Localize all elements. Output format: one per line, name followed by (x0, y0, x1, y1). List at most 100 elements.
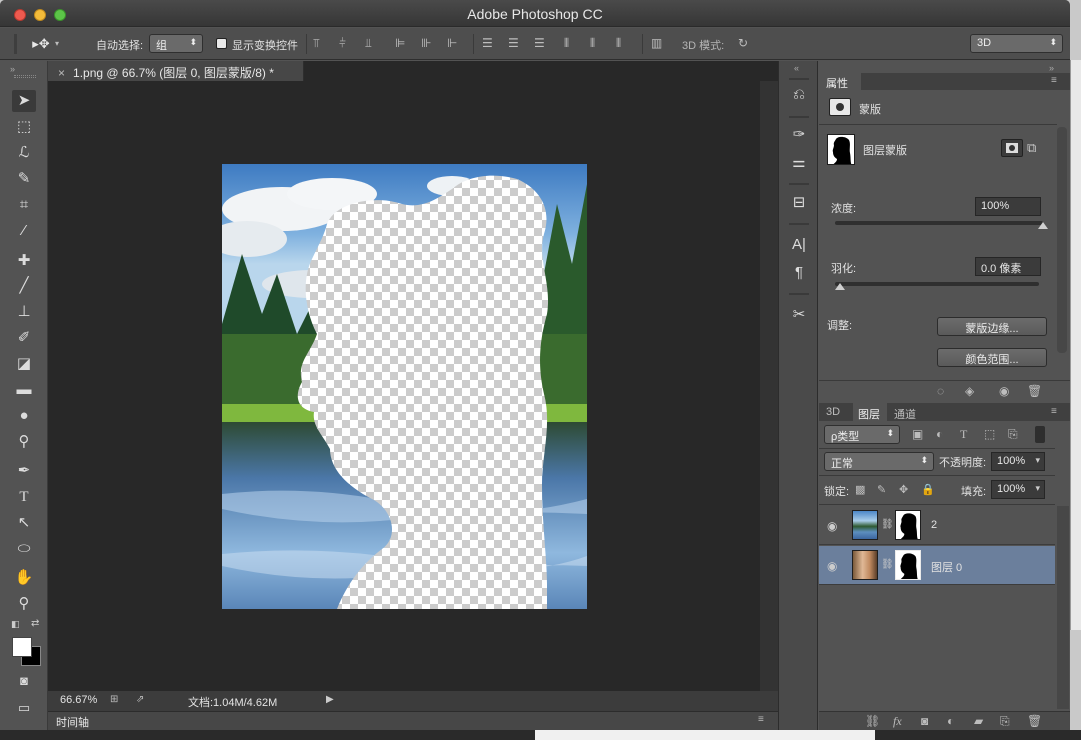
density-slider[interactable] (835, 221, 1043, 225)
delete-layer-icon[interactable]: 🗑 (1027, 714, 1042, 728)
properties-scrollbar[interactable] (1057, 127, 1067, 353)
distribute-bottom-icon[interactable]: ☰ (534, 36, 545, 50)
clone-stamp-tool-icon[interactable]: ⊥ (12, 301, 36, 323)
distribute-left-icon[interactable]: ⫴ (564, 36, 569, 50)
density-field[interactable]: 100% (975, 197, 1041, 216)
eraser-tool-icon[interactable]: ◪ (12, 353, 36, 375)
move-tool-preset-icon[interactable]: ▸✥ (28, 37, 54, 51)
default-colors-icon[interactable]: ◧ (11, 619, 20, 630)
density-slider-knob[interactable] (1038, 222, 1048, 229)
feather-slider-knob[interactable] (835, 283, 845, 290)
adjustments-panel-icon[interactable]: ⚌ (789, 155, 809, 170)
zoom-tool-icon[interactable]: ⚲ (12, 593, 36, 615)
select-pixel-mask-icon[interactable] (1001, 139, 1023, 157)
screen-mode-icon[interactable]: ▭ (12, 697, 36, 719)
layer-style-fx-icon[interactable]: fx (893, 714, 902, 728)
close-document-icon[interactable]: × (58, 66, 65, 80)
quick-selection-tool-icon[interactable]: ✎ (12, 168, 36, 190)
feather-field[interactable]: 0.0 像素 (975, 257, 1041, 276)
workspace-dropdown[interactable]: 3D ⬍ (970, 34, 1063, 53)
lock-all-icon[interactable]: 🔒 (921, 483, 935, 497)
tab-channels[interactable]: 通道 (894, 406, 916, 422)
new-group-icon[interactable]: ▰ (974, 714, 983, 728)
filter-adjustment-icon[interactable]: ◐ (936, 427, 943, 441)
load-selection-icon[interactable]: ◌ (937, 384, 944, 398)
filter-toggle[interactable] (1035, 426, 1045, 443)
type-tool-icon[interactable]: T (12, 486, 36, 508)
pen-tool-icon[interactable]: ✒ (12, 460, 36, 482)
fill-arrow-icon[interactable]: ▾ (1035, 483, 1040, 494)
fill-field[interactable]: 100% ▾ (991, 480, 1045, 499)
align-vertical-center-icon[interactable]: ⫩ (339, 36, 346, 50)
gradient-tool-icon[interactable]: ▬ (12, 379, 36, 401)
layer-visibility-eye-icon[interactable]: ◉ (827, 519, 837, 533)
history-brush-tool-icon[interactable]: ✐ (12, 327, 36, 349)
panel-menu-icon[interactable]: ≡ (758, 714, 764, 725)
opacity-field[interactable]: 100% ▾ (991, 452, 1045, 471)
timeline-label[interactable]: 时间轴 (56, 714, 89, 730)
path-selection-tool-icon[interactable]: ↖ (12, 512, 36, 534)
layer-visibility-eye-icon[interactable]: ◉ (827, 559, 837, 573)
brush-tool-icon[interactable]: ╱ (12, 275, 36, 297)
marquee-tool-icon[interactable]: ⬚ (12, 116, 36, 138)
quick-mask-icon[interactable]: ◙ (12, 670, 36, 692)
layer-filter-dropdown[interactable]: ρ类型 ⬍ (824, 425, 900, 444)
healing-brush-tool-icon[interactable]: ✚ (12, 250, 36, 272)
lasso-tool-icon[interactable]: ℒ (12, 142, 36, 164)
zoom-level[interactable]: 66.67% (60, 694, 97, 706)
blend-mode-dropdown[interactable]: 正常 ⬍ (824, 452, 934, 471)
tab-layers[interactable]: 图层 (858, 406, 880, 422)
layer-row-2[interactable]: ◉ ⛓ 2 (819, 506, 1055, 545)
ellipse-tool-icon[interactable]: ⬭ (12, 538, 36, 560)
new-adjustment-layer-icon[interactable]: ◐ (947, 714, 954, 728)
crop-tool-icon[interactable]: ⌗ (12, 194, 36, 216)
dodge-tool-icon[interactable]: ⚲ (12, 431, 36, 453)
tab-3d[interactable]: 3D (826, 406, 840, 418)
panel-menu-icon[interactable]: ≡ (1051, 75, 1057, 86)
foreground-color-swatch[interactable] (12, 637, 32, 657)
distribute-horizontal-center-icon[interactable]: ⫴ (590, 36, 595, 50)
canvas[interactable] (222, 164, 587, 609)
filter-pixel-icon[interactable]: ▣ (912, 427, 923, 441)
align-left-icon[interactable]: ⊫ (395, 36, 405, 50)
share-icon[interactable]: ⇗ (136, 694, 144, 705)
filter-smart-object-icon[interactable]: ⎘ (1008, 427, 1018, 441)
paragraph-panel-icon[interactable]: ¶ (789, 265, 809, 280)
panel-menu-icon[interactable]: ≡ (1051, 406, 1057, 417)
filter-type-icon[interactable]: T (960, 427, 967, 441)
layers-scrollbar[interactable] (1057, 506, 1069, 709)
opacity-arrow-icon[interactable]: ▾ (1035, 455, 1040, 466)
3d-rotate-icon[interactable]: ↻ (738, 36, 748, 50)
status-menu-arrow-icon[interactable]: ▶ (326, 694, 334, 705)
new-layer-icon[interactable]: ⎘ (1000, 714, 1010, 728)
align-top-icon[interactable]: ⫪ (313, 36, 320, 50)
layer-mask-thumbnail[interactable] (895, 550, 921, 580)
lock-image-icon[interactable]: ✎ (877, 483, 886, 497)
history-panel-icon[interactable]: ⎌ (789, 87, 809, 102)
vertical-scrollbar[interactable] (760, 81, 778, 691)
distribute-top-icon[interactable]: ☰ (482, 36, 493, 50)
status-info-icon[interactable]: ⊞ (110, 694, 118, 705)
add-vector-mask-icon[interactable]: ⧉ (1027, 141, 1036, 155)
apply-mask-icon[interactable]: ◈ (965, 384, 974, 398)
layer-name[interactable]: 2 (931, 519, 937, 531)
brush-presets-icon[interactable]: ✑ (789, 127, 809, 142)
distribute-vertical-center-icon[interactable]: ☰ (508, 36, 519, 50)
eyedropper-tool-icon[interactable]: ⁄ (12, 220, 36, 242)
tools-settings-icon[interactable]: ✂ (789, 307, 809, 322)
feather-slider[interactable] (835, 282, 1039, 286)
align-horizontal-center-icon[interactable]: ⊪ (421, 36, 431, 50)
color-range-button[interactable]: 颜色范围... (937, 348, 1047, 367)
move-tool-icon[interactable]: ➤ (12, 90, 36, 112)
tool-presets-icon[interactable]: ⊟ (789, 195, 809, 210)
lock-position-icon[interactable]: ✥ (899, 483, 908, 497)
auto-align-layers-icon[interactable]: ▥ (651, 36, 662, 50)
distribute-right-icon[interactable]: ⫴ (616, 36, 621, 50)
blur-tool-icon[interactable]: ● (12, 405, 36, 427)
preset-dropdown-arrow-icon[interactable]: ▾ (55, 37, 59, 51)
auto-select-target-dropdown[interactable]: 组 ⬍ (149, 34, 203, 53)
align-right-icon[interactable]: ⊩ (447, 36, 457, 50)
hand-tool-icon[interactable]: ✋ (12, 567, 36, 589)
link-layers-icon[interactable]: ⛓ (865, 714, 880, 728)
layer-mask-thumbnail[interactable] (895, 510, 921, 540)
